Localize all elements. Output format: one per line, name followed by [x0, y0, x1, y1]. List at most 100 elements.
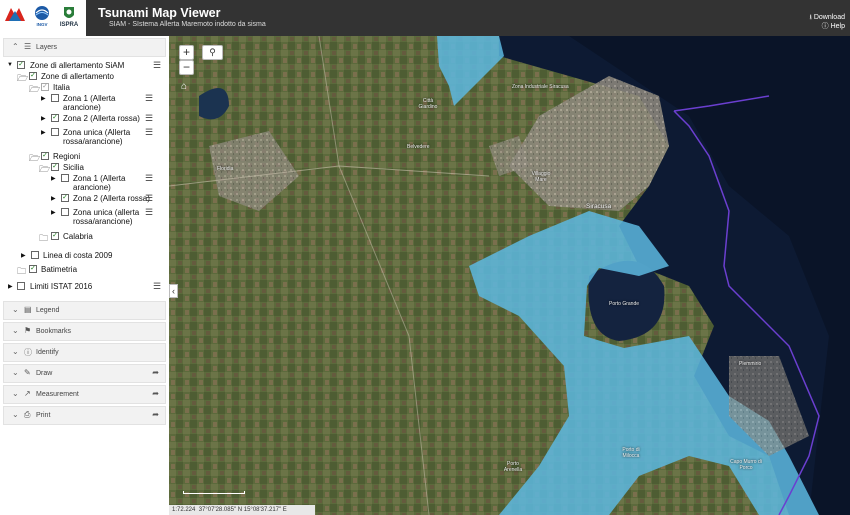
info-icon: ⓘ [821, 23, 829, 30]
map-label: Porto Grande [609, 301, 640, 307]
share-icon[interactable]: ➦ [152, 389, 159, 398]
pencil-icon: ✎ [24, 368, 31, 377]
layer-checkbox[interactable]: ✓ [29, 265, 37, 273]
caret-right-icon[interactable]: ▶ [8, 283, 13, 290]
help-link[interactable]: ⓘ Help [809, 22, 845, 31]
folder-open-icon[interactable]: 🗁 [39, 162, 50, 178]
chevron-down-icon: ⌄ [12, 389, 19, 398]
layers-panel-header[interactable]: ⌃ ☰ Layers [3, 38, 166, 57]
chevron-up-icon: ⌃ [12, 42, 19, 51]
app-title: Tsunami Map Viewer [98, 6, 221, 20]
folder-open-icon[interactable]: 🗁 [17, 71, 28, 87]
caret-right-icon[interactable]: ▶ [41, 95, 46, 102]
home-button[interactable]: ⌂ [181, 81, 187, 92]
map-label: Porto Arenella [503, 461, 523, 473]
layer-label: Zona 2 (Allerta rossa) [73, 194, 150, 203]
layer-label: Limiti ISTAT 2016 [30, 282, 93, 291]
search-icon: ⚲ [209, 47, 216, 57]
layer-label: Batimetria [41, 265, 78, 274]
layer-menu-icon[interactable]: ☰ [145, 173, 153, 184]
layer-checkbox[interactable] [17, 282, 25, 290]
legend-panel-header[interactable]: ⌄ ▤ Legend [3, 301, 166, 320]
layer-checkbox[interactable]: ✓ [41, 83, 49, 91]
coordinate-readout: 1:72.224 37°07'28.085" N 15°08'37.217" E [169, 505, 315, 515]
share-icon[interactable]: ➦ [152, 368, 159, 377]
layer-label: Zona unica (Allerta rossa/arancione) [63, 128, 131, 146]
folder-icon[interactable]: 🗀 [17, 264, 26, 280]
chevron-down-icon: ⌄ [12, 368, 19, 377]
caret-right-icon[interactable]: ▶ [41, 115, 46, 122]
protezione-civile-logo [1, 5, 29, 24]
map-view[interactable]: Zona Industriale Siracusa Città Giardino… [169, 36, 850, 515]
map-label: Belvedere [407, 144, 430, 150]
layer-label: Regioni [53, 152, 81, 161]
layer-checkbox[interactable]: ✓ [41, 152, 49, 160]
scale-bar [183, 491, 245, 494]
caret-right-icon[interactable]: ▶ [51, 209, 56, 216]
expand-icon: ↗ [24, 389, 31, 398]
map-label: Floridia [217, 166, 234, 172]
layer-checkbox[interactable] [61, 208, 69, 216]
layer-menu-icon[interactable]: ☰ [145, 207, 153, 218]
layer-checkbox[interactable]: ✓ [61, 194, 69, 202]
map-label: Porto di Milocca [622, 447, 640, 459]
layer-label: Zona 1 (Allerta arancione) [73, 174, 126, 192]
layer-label: Italia [53, 83, 70, 92]
share-icon[interactable]: ➦ [152, 410, 159, 419]
caret-right-icon[interactable]: ▶ [51, 175, 56, 182]
caret-right-icon[interactable]: ▶ [51, 195, 56, 202]
zoom-out-button[interactable]: − [179, 60, 194, 75]
layer-menu-icon[interactable]: ☰ [145, 193, 153, 204]
layer-label: Zone di allertamento [41, 72, 114, 81]
layer-checkbox[interactable] [51, 128, 59, 136]
layer-checkbox[interactable]: ✓ [51, 232, 59, 240]
map-label: Capo Murro di Porco [730, 459, 762, 471]
app-subtitle: SIAM - SIstema Allerta Maremoto indotto … [109, 21, 266, 28]
layer-checkbox[interactable] [31, 251, 39, 259]
chevron-down-icon: ⌄ [12, 326, 19, 335]
chevron-down-icon: ⌄ [12, 305, 19, 314]
layer-label: Zona 1 (Allerta arancione) [63, 94, 116, 112]
layer-checkbox[interactable]: ✓ [51, 163, 59, 171]
logo-strip: INGV ISPRA [0, 0, 86, 36]
download-icon: ⭳ [809, 14, 812, 21]
coordinates-text: 37°07'28.085" N 15°08'37.217" E [198, 507, 287, 513]
bookmark-icon: ⚑ [24, 326, 32, 335]
layer-checkbox[interactable] [51, 94, 59, 102]
draw-panel-header[interactable]: ⌄ ✎ Draw ➦ [3, 364, 166, 383]
print-panel-header[interactable]: ⌄ ⎙ Print ➦ [3, 406, 166, 425]
layer-menu-icon[interactable]: ☰ [145, 127, 153, 138]
sidebar: ⌃ ☰ Layers ▼ ✓ Zone di allertamento SiAM… [0, 36, 170, 515]
layer-label: Linea di costa 2009 [43, 251, 113, 260]
search-button[interactable]: ⚲ [202, 45, 223, 60]
caret-down-icon[interactable]: ▼ [7, 62, 13, 68]
layer-menu-icon[interactable]: ☰ [145, 113, 153, 124]
image-icon: ▤ [24, 305, 32, 314]
map-label: Città Giardino [418, 98, 438, 110]
folder-open-icon[interactable]: 🗁 [29, 82, 40, 98]
map-label: Siracusa [586, 203, 612, 210]
identify-panel-header[interactable]: ⌄ ⓘ Identify [3, 343, 166, 362]
download-link[interactable]: ⭳ Download [809, 13, 845, 22]
layer-label: Zona 2 (Allerta rossa) [63, 114, 140, 123]
measurement-panel-header[interactable]: ⌄ ↗ Measurement ➦ [3, 385, 166, 404]
layer-label: Zona unica (allerta rossa/arancione) [73, 208, 140, 226]
layer-checkbox[interactable]: ✓ [51, 114, 59, 122]
collapse-sidebar-button[interactable]: ‹ [169, 284, 178, 298]
layer-menu-icon[interactable]: ☰ [153, 281, 161, 292]
zoom-in-button[interactable]: + [179, 45, 194, 60]
caret-right-icon[interactable]: ▶ [21, 252, 26, 259]
map-label: Plemmirio [739, 361, 762, 367]
chevron-down-icon: ⌄ [12, 347, 19, 356]
list-icon: ☰ [24, 42, 32, 51]
layer-checkbox[interactable]: ✓ [17, 61, 25, 69]
bookmarks-panel-header[interactable]: ⌄ ⚑ Bookmarks [3, 322, 166, 341]
home-icon: ⌂ [181, 81, 188, 92]
satellite-basemap [169, 36, 850, 515]
layer-checkbox[interactable] [61, 174, 69, 182]
layer-menu-icon[interactable]: ☰ [153, 60, 161, 71]
layer-checkbox[interactable]: ✓ [29, 72, 37, 80]
layer-menu-icon[interactable]: ☰ [145, 93, 153, 104]
caret-right-icon[interactable]: ▶ [41, 129, 46, 136]
folder-icon[interactable]: 🗀 [39, 231, 48, 247]
